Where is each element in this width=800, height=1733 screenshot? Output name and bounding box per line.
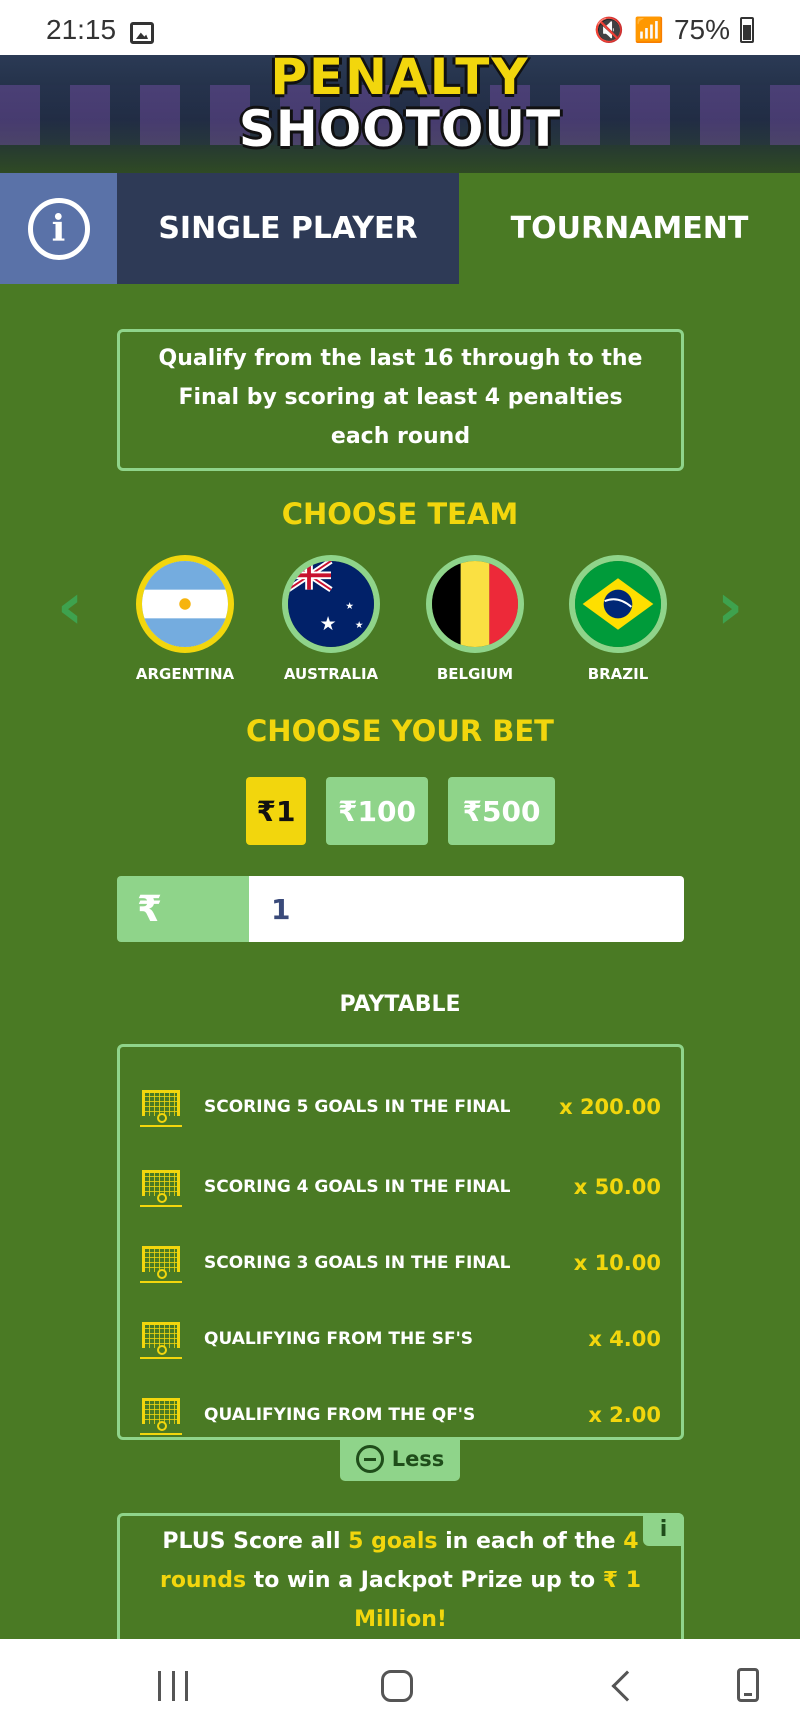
mute-icon: 🔇 — [594, 16, 625, 44]
paytable-label: SCORING 5 GOALS IN THE FINAL — [204, 1097, 511, 1117]
jackpot-text: to win a Jackpot Prize up to — [246, 1568, 603, 1593]
choose-bet-title: CHOOSE YOUR BET — [246, 714, 554, 748]
battery-icon — [740, 17, 754, 43]
system-nav-bar — [0, 1639, 800, 1733]
jackpot-info-button[interactable]: i — [643, 1513, 684, 1546]
goal-net-icon — [140, 1394, 182, 1436]
paytable-row: SCORING 4 GOALS IN THE FINAL x 50.00 — [140, 1167, 661, 1207]
team-name: BRAZIL — [587, 665, 649, 683]
status-icons: 🔇 📶 75% — [594, 14, 754, 46]
paytable-label: QUALIFYING FROM THE QF'S — [204, 1405, 476, 1425]
argentina-flag-icon — [136, 555, 234, 653]
goal-net-icon — [140, 1086, 182, 1128]
paytable-label: QUALIFYING FROM THE SF'S — [204, 1329, 474, 1349]
goal-net-icon — [140, 1318, 182, 1360]
wifi-icon: 📶 — [634, 16, 664, 44]
paytable: SCORING 5 GOALS IN THE FINAL x 200.00 SC… — [117, 1044, 684, 1440]
belgium-flag-icon — [426, 555, 524, 653]
status-time: 21:15 — [46, 14, 117, 45]
rupee-icon: ₹ — [117, 876, 249, 942]
team-name: BELGIUM — [436, 665, 514, 683]
choose-team-title: CHOOSE TEAM — [281, 497, 519, 531]
paytable-label: SCORING 4 GOALS IN THE FINAL — [204, 1177, 511, 1197]
battery-percent: 75% — [673, 14, 730, 45]
paytable-multiplier: x 4.00 — [588, 1327, 661, 1351]
goal-net-icon — [140, 1242, 182, 1284]
team-option-brazil[interactable]: BRAZIL — [558, 555, 678, 683]
status-bar: 21:15 🔇 📶 75% — [0, 0, 800, 55]
tab-single-player[interactable]: SINGLE PLAYER — [117, 173, 459, 284]
australia-flag-icon: ★ ★ ★ — [282, 555, 380, 653]
svg-text:★: ★ — [320, 612, 337, 635]
recents-icon[interactable] — [158, 1671, 188, 1701]
bet-option-500[interactable]: ₹500 — [448, 777, 555, 845]
back-icon[interactable] — [611, 1670, 643, 1702]
bet-amount-input[interactable]: 1 — [249, 876, 684, 942]
logo-line2: SHOOTOUT — [238, 100, 562, 158]
paytable-row: QUALIFYING FROM THE SF'S x 4.00 — [140, 1319, 661, 1359]
team-next-arrow[interactable]: › — [710, 572, 750, 642]
jackpot-info-box: PLUS Score all 5 goals in each of the 4 … — [117, 1513, 684, 1639]
team-name: AUSTRALIA — [283, 665, 379, 683]
jackpot-text: PLUS Score all — [162, 1529, 349, 1554]
team-option-australia[interactable]: ★ ★ ★ AUSTRALIA — [271, 555, 391, 683]
goal-net-icon — [140, 1166, 182, 1208]
team-name: ARGENTINA — [135, 665, 235, 683]
paytable-row: SCORING 3 GOALS IN THE FINAL x 10.00 — [140, 1243, 661, 1283]
bet-amount-field[interactable]: ₹ 1 — [117, 876, 684, 942]
paytable-row: QUALIFYING FROM THE QF'S x 2.00 — [140, 1395, 661, 1435]
paytable-multiplier: x 200.00 — [559, 1095, 661, 1119]
paytable-label: SCORING 3 GOALS IN THE FINAL — [204, 1253, 511, 1273]
bet-option-100[interactable]: ₹100 — [326, 777, 428, 845]
brazil-flag-icon — [569, 555, 667, 653]
paytable-row: SCORING 5 GOALS IN THE FINAL x 200.00 — [140, 1087, 661, 1127]
paytable-multiplier: x 10.00 — [573, 1251, 661, 1275]
less-label: Less — [391, 1447, 445, 1471]
tournament-description: Qualify from the last 16 through to the … — [117, 329, 684, 471]
rotate-screen-icon[interactable] — [737, 1668, 759, 1702]
svg-text:★: ★ — [345, 601, 354, 612]
paytable-title: PAYTABLE — [339, 992, 461, 1017]
logo-line1: PENALTY — [270, 55, 530, 106]
game-banner: PENALTY SHOOTOUT — [0, 55, 800, 173]
mode-tabs: i SINGLE PLAYER TOURNAMENT — [0, 173, 800, 284]
minus-circle-icon — [355, 1445, 384, 1473]
team-option-argentina[interactable]: ARGENTINA — [125, 555, 245, 683]
bet-option-1[interactable]: ₹1 — [246, 777, 306, 845]
home-icon[interactable] — [381, 1670, 413, 1702]
paytable-multiplier: x 50.00 — [573, 1175, 661, 1199]
paytable-multiplier: x 2.00 — [588, 1403, 661, 1427]
team-option-belgium[interactable]: BELGIUM — [415, 555, 535, 683]
svg-text:★: ★ — [355, 620, 364, 631]
team-prev-arrow[interactable]: ‹ — [50, 572, 90, 642]
tab-tournament[interactable]: TOURNAMENT — [459, 173, 800, 284]
info-button[interactable]: i — [0, 173, 117, 284]
jackpot-text: in each of the — [437, 1529, 624, 1554]
info-icon: i — [27, 197, 90, 260]
gallery-notification-icon — [130, 22, 154, 44]
less-button[interactable]: Less — [340, 1437, 460, 1481]
jackpot-highlight: 5 goals — [348, 1529, 438, 1554]
game-logo: PENALTY SHOOTOUT — [220, 55, 580, 155]
